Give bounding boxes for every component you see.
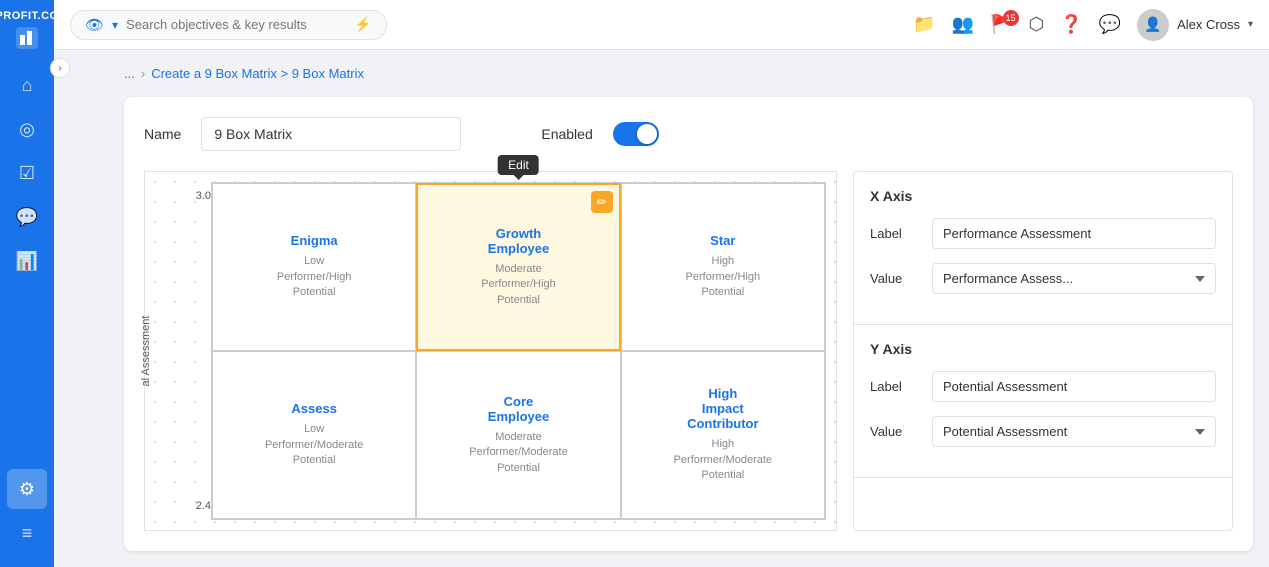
breadcrumb-separator: › (141, 66, 145, 81)
y-labels: 3.0 2.4 (175, 182, 211, 520)
main-content: ... › Create a 9 Box Matrix > 9 Box Matr… (108, 50, 1269, 567)
x-axis-value-select[interactable]: Performance Assess... (932, 263, 1216, 294)
name-row: Name Enabled (144, 117, 1233, 151)
name-label: Name (144, 126, 181, 142)
y-axis-value-row: Value Potential Assessment (870, 416, 1216, 447)
name-input[interactable] (201, 117, 461, 151)
cell-high-impact-title: HighImpactContributor (687, 386, 758, 431)
cell-enigma-sub: LowPerformer/HighPotential (277, 254, 352, 300)
y-label-mid: 2.4 (175, 500, 211, 512)
y-axis-label-input[interactable] (932, 371, 1216, 402)
matrix-wrapper: 3.0 2.4 Enigma LowPerformer/HighPotentia… (175, 182, 826, 520)
x-axis-value-row: Value Performance Assess... (870, 263, 1216, 294)
sidebar-item-settings[interactable]: ⚙ (7, 469, 47, 509)
chat-icon[interactable]: 💬 (1099, 14, 1121, 35)
y-axis-value-select[interactable]: Potential Assessment (932, 416, 1216, 447)
y-axis-label: al Assessment (140, 316, 152, 387)
x-axis-value-label: Value (870, 271, 920, 286)
y-axis-value-label: Value (870, 424, 920, 439)
sidebar-item-home[interactable]: ⌂ (7, 65, 47, 105)
x-axis-label-input[interactable] (932, 218, 1216, 249)
x-axis-label-label: Label (870, 226, 920, 241)
filter-icon: ⚡ (354, 16, 371, 33)
folder-icon[interactable]: 📁 (913, 14, 935, 35)
help-icon[interactable]: ❓ (1060, 14, 1082, 35)
notifications-icon[interactable]: 🚩 15 (990, 14, 1012, 35)
y-axis-section: Y Axis Label Value Potential Assessment (854, 325, 1232, 478)
x-axis-section: X Axis Label Value Performance Assess... (854, 172, 1232, 325)
cell-growth-sub: ModeratePerformer/HighPotential (481, 262, 556, 308)
cell-star-title: Star (710, 233, 735, 248)
right-panel: X Axis Label Value Performance Assess... (853, 171, 1233, 531)
enabled-label: Enabled (541, 126, 592, 142)
sidebar-item-tasks[interactable]: ☑ (7, 153, 47, 193)
cell-core-title: CoreEmployee (488, 394, 549, 424)
layers-icon[interactable]: ⬡ (1029, 14, 1045, 35)
sidebar-item-analytics[interactable]: 📊 (7, 241, 47, 281)
user-menu[interactable]: 👤 Alex Cross ▾ (1137, 9, 1253, 41)
edit-cell-button[interactable]: ✏ (591, 191, 613, 213)
main-card: Name Enabled al Assessment 3.0 2.4 (124, 97, 1253, 551)
breadcrumb-current[interactable]: Create a 9 Box Matrix > 9 Box Matrix (151, 66, 364, 81)
cell-assess: Assess LowPerformer/ModeratePotential (212, 351, 416, 519)
breadcrumb-dots[interactable]: ... (124, 66, 135, 81)
user-dropdown-icon: ▾ (1248, 19, 1253, 30)
cell-core-employee: CoreEmployee ModeratePerformer/ModerateP… (416, 351, 620, 519)
app-logo: PROFIT.CO (0, 10, 59, 53)
sidebar-item-objectives[interactable]: ◎ (7, 109, 47, 149)
cell-high-impact-sub: HighPerformer/ModeratePotential (674, 437, 772, 483)
avatar: 👤 (1137, 9, 1169, 41)
cell-enigma-title: Enigma (291, 233, 338, 248)
cell-high-impact: HighImpactContributor HighPerformer/Mode… (621, 351, 825, 519)
topbar: 👁 ▾ ⚡ 📁 👥 🚩 15 ⬡ ❓ 💬 👤 Alex Cross ▾ (54, 0, 1269, 50)
y-label-top: 3.0 (175, 190, 211, 202)
matrix-area: al Assessment 3.0 2.4 Enigma LowPerforme… (144, 171, 837, 531)
sidebar-item-feedback[interactable]: 💬 (7, 197, 47, 237)
edit-tooltip: Edit (498, 155, 539, 175)
y-axis-label-row: Label (870, 371, 1216, 402)
sidebar-toggle-button[interactable]: › (50, 58, 70, 78)
user-name: Alex Cross (1177, 17, 1240, 32)
cell-assess-sub: LowPerformer/ModeratePotential (265, 422, 363, 468)
enabled-toggle[interactable] (613, 122, 659, 146)
search-input[interactable] (126, 17, 346, 32)
people-icon[interactable]: 👥 (952, 14, 974, 35)
y-axis-label-label: Label (870, 379, 920, 394)
search-icon: 👁 (85, 16, 104, 34)
x-axis-title: X Axis (870, 188, 1216, 204)
cell-star: Star HighPerformer/HighPotential (621, 183, 825, 351)
search-bar[interactable]: 👁 ▾ ⚡ (70, 10, 387, 40)
sidebar: PROFIT.CO ⌂ ◎ ☑ 💬 📊 ⚙ ≡ (0, 0, 54, 567)
cell-star-sub: HighPerformer/HighPotential (686, 254, 761, 300)
cell-growth-employee: Edit ✏ GrowthEmployee ModeratePerformer/… (416, 183, 620, 351)
cell-growth-title: GrowthEmployee (488, 226, 549, 256)
x-axis-label-row: Label (870, 218, 1216, 249)
y-axis-title: Y Axis (870, 341, 1216, 357)
cell-enigma: Enigma LowPerformer/HighPotential (212, 183, 416, 351)
matrix-cells: Enigma LowPerformer/HighPotential Edit ✏ (211, 182, 826, 520)
cell-assess-title: Assess (291, 401, 337, 416)
topbar-actions: 📁 👥 🚩 15 ⬡ ❓ 💬 👤 Alex Cross ▾ (913, 9, 1253, 41)
grid-layout: al Assessment 3.0 2.4 Enigma LowPerforme… (144, 171, 1233, 531)
cell-core-sub: ModeratePerformer/ModeratePotential (469, 430, 567, 476)
breadcrumb: ... › Create a 9 Box Matrix > 9 Box Matr… (124, 66, 1253, 81)
sidebar-item-more[interactable]: ≡ (7, 513, 47, 553)
notification-badge: 15 (1003, 10, 1019, 26)
